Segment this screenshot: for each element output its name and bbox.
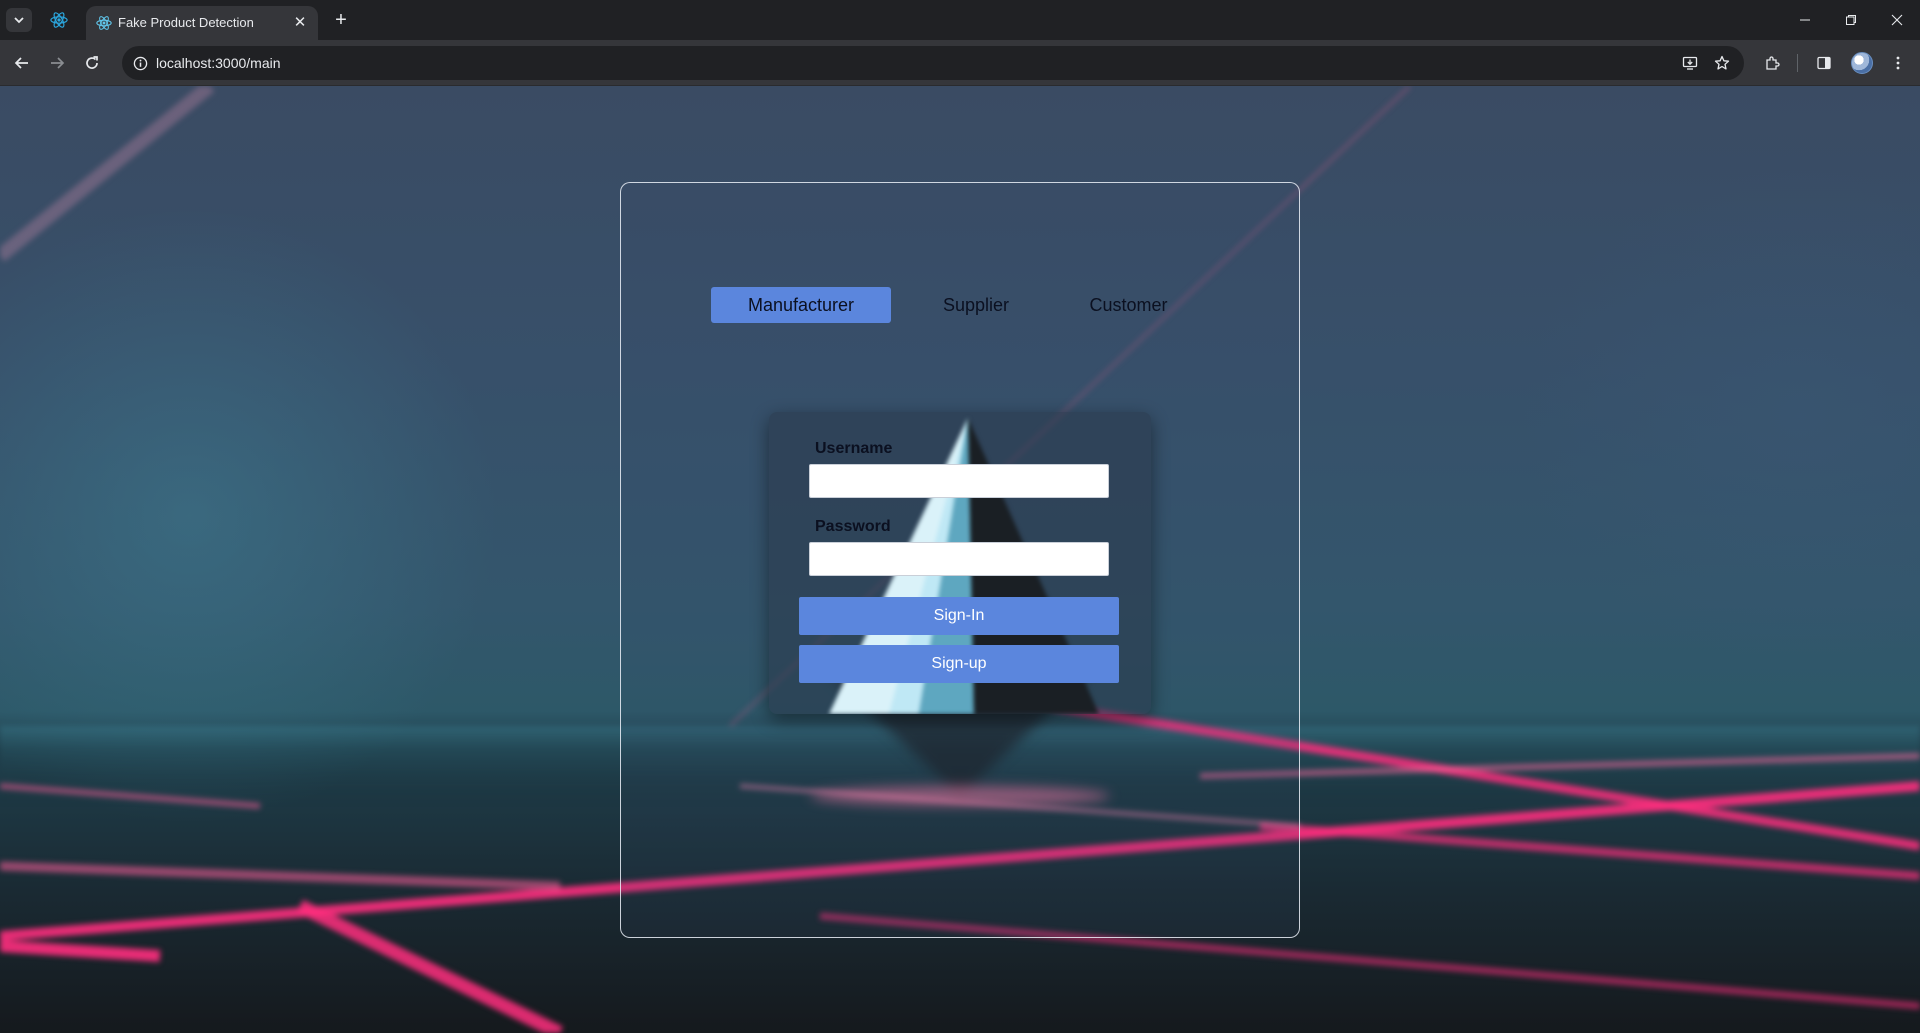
back-arrow-icon <box>14 57 28 69</box>
chevron-down-icon <box>14 17 24 24</box>
toolbar-divider <box>1797 54 1798 72</box>
role-tabs: Manufacturer Supplier Customer <box>711 287 1211 323</box>
browser-menu-button[interactable] <box>1884 49 1912 77</box>
tab-search-button[interactable] <box>6 8 32 32</box>
close-window-button[interactable] <box>1874 0 1920 40</box>
tab-title: Fake Product Detection <box>118 15 254 30</box>
kebab-menu-icon <box>1896 56 1900 70</box>
browser-toolbar: localhost:3000/main <box>0 40 1920 86</box>
star-icon <box>1714 55 1730 70</box>
side-panel-button[interactable] <box>1810 49 1838 77</box>
login-form: Username Password Sign-In Sign-up <box>769 412 1151 714</box>
tab-close-icon[interactable]: ✕ <box>290 13 310 33</box>
tab-strip: Fake Product Detection ✕ + <box>0 0 1920 40</box>
close-icon <box>1891 14 1903 26</box>
new-tab-button[interactable]: + <box>328 8 354 32</box>
address-bar[interactable]: localhost:3000/main <box>122 46 1744 80</box>
react-icon[interactable] <box>50 11 68 29</box>
minimize-icon <box>1800 19 1810 21</box>
info-icon <box>133 56 147 70</box>
extensions-icon <box>1766 56 1780 70</box>
sign-in-button[interactable]: Sign-In <box>799 597 1119 635</box>
restore-button[interactable] <box>1828 0 1874 40</box>
bookmark-button[interactable] <box>1710 51 1734 75</box>
forward-button[interactable] <box>43 49 71 77</box>
sign-up-button[interactable]: Sign-up <box>799 645 1119 683</box>
browser-tab[interactable]: Fake Product Detection ✕ <box>86 6 318 40</box>
extensions-button[interactable] <box>1758 49 1786 77</box>
react-icon <box>96 16 112 30</box>
tab-customer[interactable]: Customer <box>1066 287 1191 323</box>
install-app-button[interactable] <box>1678 51 1702 75</box>
forward-arrow-icon <box>51 57 65 69</box>
site-info-button[interactable] <box>130 53 150 73</box>
side-panel-icon <box>1817 56 1831 70</box>
restore-icon <box>1846 15 1856 25</box>
tab-manufacturer[interactable]: Manufacturer <box>711 287 891 323</box>
tab-supplier[interactable]: Supplier <box>916 287 1036 323</box>
install-app-icon <box>1682 56 1698 70</box>
username-label: Username <box>815 440 893 457</box>
reload-icon <box>86 56 98 69</box>
url-text: localhost:3000/main <box>156 55 281 71</box>
profile-avatar[interactable] <box>1851 52 1873 74</box>
password-label: Password <box>815 518 891 535</box>
page-viewport: Manufacturer Supplier Customer Username … <box>0 86 1920 1033</box>
username-input[interactable] <box>809 464 1109 498</box>
minimize-button[interactable] <box>1782 0 1828 40</box>
reload-button[interactable] <box>78 49 106 77</box>
password-input[interactable] <box>809 542 1109 576</box>
back-button[interactable] <box>8 49 36 77</box>
